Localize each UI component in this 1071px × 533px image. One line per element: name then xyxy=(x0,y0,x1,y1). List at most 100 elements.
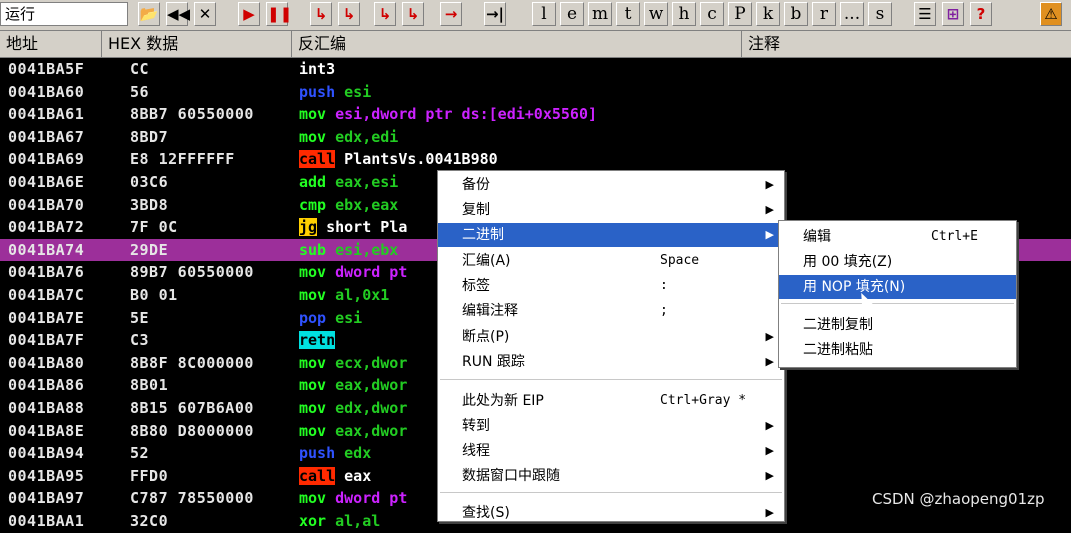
row-address: 0041BA74 xyxy=(8,240,85,259)
row-disasm: sub esi,ebx xyxy=(299,239,398,262)
row-hex: 5E xyxy=(130,308,150,327)
cpu-button[interactable]: c xyxy=(700,2,724,26)
menu-item-label: 转到 xyxy=(462,418,490,434)
open-folder-icon[interactable]: 📂 xyxy=(138,2,160,26)
submenu-item[interactable]: 用 NOP 填充(N) xyxy=(779,275,1016,299)
table-row[interactable]: 0041BA5F CC int3 xyxy=(0,58,1071,81)
menu-item-label: 备份 xyxy=(462,177,490,193)
table-row[interactable]: 0041BA67 8BD7 mov edx,edi xyxy=(0,126,1071,149)
chevron-right-icon: ▶ xyxy=(765,469,774,482)
column-hex[interactable]: HEX 数据 xyxy=(102,31,292,57)
close-icon[interactable]: ✕ xyxy=(194,2,216,26)
submenu-item-shortcut: Ctrl+E xyxy=(931,229,978,244)
menu-item[interactable]: 编辑注释; xyxy=(438,299,784,323)
options-list-icon[interactable]: ☰ xyxy=(914,2,936,26)
menu-item[interactable]: 汇编(A) Space xyxy=(438,249,784,273)
row-hex: E8 12FFFFFF xyxy=(130,150,235,169)
table-row[interactable]: 0041BA60 56 push esi xyxy=(0,81,1071,104)
menu-separator xyxy=(781,303,1014,304)
submenu-item[interactable]: 用 00 填充(Z) xyxy=(779,250,1016,274)
pause-icon[interactable]: ❚❚ xyxy=(266,2,292,26)
handles-button[interactable]: h xyxy=(672,2,696,26)
executable-modules-button[interactable]: e xyxy=(560,2,584,26)
menu-item[interactable]: 转到 ▶ xyxy=(438,414,784,438)
breakpoints-button[interactable]: b xyxy=(784,2,808,26)
submenu-item[interactable]: 二进制粘贴 xyxy=(779,338,1016,362)
menu-item[interactable]: 标签: xyxy=(438,274,784,298)
row-disasm: cmp ebx,eax xyxy=(299,194,398,217)
binary-submenu: 编辑 Ctrl+E 用 00 填充(Z) 用 NOP 填充(N) 二进制复制二进制粘贴 xyxy=(778,220,1017,368)
row-address: 0041BA7E xyxy=(8,308,85,327)
row-address: 0041BA72 xyxy=(8,218,85,237)
row-address: 0041BA88 xyxy=(8,399,85,417)
menu-item-label: 此处为新 EIP xyxy=(462,393,544,409)
help-icon[interactable]: ? xyxy=(970,2,992,26)
source-button[interactable]: s xyxy=(868,2,892,26)
row-operands: esi xyxy=(344,82,372,101)
submenu-item[interactable]: 二进制复制 xyxy=(779,313,1016,337)
row-address: 0041BA6E xyxy=(8,173,85,191)
column-header: 地址 HEX 数据 反汇编 注释 xyxy=(0,31,1071,58)
row-mnemonic: mov xyxy=(299,263,327,282)
goto-address-icon[interactable]: →| xyxy=(484,2,506,26)
row-hex: B0 01 xyxy=(130,286,178,304)
row-disasm: retn xyxy=(299,329,344,352)
column-address[interactable]: 地址 xyxy=(0,31,102,57)
step-into-icon[interactable]: ↳ xyxy=(310,2,332,26)
submenu-item-label: 二进制粘贴 xyxy=(803,342,873,358)
menu-item[interactable]: 数据窗口中跟随 ▶ xyxy=(438,464,784,488)
step-over-icon[interactable]: ↳ xyxy=(338,2,360,26)
table-row[interactable]: 0041BA61 8BB7 60550000 mov esi,dword ptr d… xyxy=(0,103,1071,126)
table-row[interactable]: 0041BA69 E8 12FFFFFF call PlantsVs.0041B98… xyxy=(0,148,1071,171)
extra-tool-icon[interactable]: ⚠ xyxy=(1040,2,1062,26)
chevron-right-icon: ▶ xyxy=(765,228,774,241)
menu-item[interactable]: 线程 ▶ xyxy=(438,439,784,463)
menu-item[interactable]: 二进制 ▶ xyxy=(438,223,784,247)
row-address: 0041BA7F xyxy=(8,331,85,350)
row-hex: 8BD7 xyxy=(130,127,169,146)
row-disasm: mov eax,dwor xyxy=(299,420,407,443)
restart-icon[interactable]: ◀◀ xyxy=(166,2,190,26)
row-disasm: mov esi,dword ptr ds:[edi+0x5560] xyxy=(299,103,597,126)
patches-button[interactable]: P xyxy=(728,2,752,26)
trace-into-icon[interactable]: ↳ xyxy=(374,2,396,26)
row-address: 0041BA94 xyxy=(8,444,85,463)
trace-over-icon[interactable]: ↳ xyxy=(402,2,424,26)
menu-item[interactable]: 备份 ▶ xyxy=(438,173,784,197)
row-hex: 3BD8 xyxy=(130,195,169,214)
menu-item-label: 编辑注释 xyxy=(462,303,518,319)
threads-button[interactable]: t xyxy=(616,2,640,26)
menu-item[interactable]: RUN 跟踪 ▶ xyxy=(438,350,784,374)
references-button[interactable]: r xyxy=(812,2,836,26)
log-window-button[interactable]: l xyxy=(532,2,556,26)
menu-item-label: 二进制 xyxy=(462,227,504,243)
column-disasm[interactable]: 反汇编 xyxy=(292,31,742,57)
execute-till-return-icon[interactable]: → xyxy=(440,2,462,26)
row-hex: 8B8F 8C000000 xyxy=(130,353,254,372)
run-icon[interactable]: ▶ xyxy=(238,2,260,26)
plugin-icon[interactable]: ⊞ xyxy=(942,2,964,26)
menu-item-label: 线程 xyxy=(462,443,490,459)
row-operands: eax,dwor xyxy=(335,376,408,395)
call-stack-button[interactable]: k xyxy=(756,2,780,26)
context-menu: 备份 ▶ 复制 ▶ 二进制 ▶ 汇编(A) Space 标签: 编辑注释; 断点(P) ▶ RUN 跟踪… xyxy=(437,170,785,522)
menu-item-label: 复制 xyxy=(462,202,490,218)
menu-item[interactable]: 复制 ▶ xyxy=(438,198,784,222)
row-operands: eax xyxy=(344,466,372,485)
row-hex: 03C6 xyxy=(130,173,169,191)
row-hex: 8BB7 60550000 xyxy=(130,105,254,124)
column-comment[interactable]: 注释 xyxy=(742,31,1071,57)
menu-item[interactable]: 此处为新 EIP Ctrl+Gray * xyxy=(438,389,784,413)
row-disasm: int3 xyxy=(299,58,344,81)
menu-item[interactable]: 断点(P) ▶ xyxy=(438,325,784,349)
memory-map-button[interactable]: m xyxy=(588,2,612,26)
row-disasm: pop esi xyxy=(299,307,362,330)
row-mnemonic: add xyxy=(299,173,327,191)
submenu-item[interactable]: 编辑 Ctrl+E xyxy=(779,225,1016,249)
row-address: 0041BA95 xyxy=(8,466,85,485)
row-address: 0041BA61 xyxy=(8,105,85,124)
row-mnemonic: mov xyxy=(299,489,327,508)
windows-button[interactable]: w xyxy=(644,2,668,26)
menu-item[interactable]: 查找(S) ▶ xyxy=(438,501,784,525)
run-trace-button[interactable]: ... xyxy=(840,2,864,26)
